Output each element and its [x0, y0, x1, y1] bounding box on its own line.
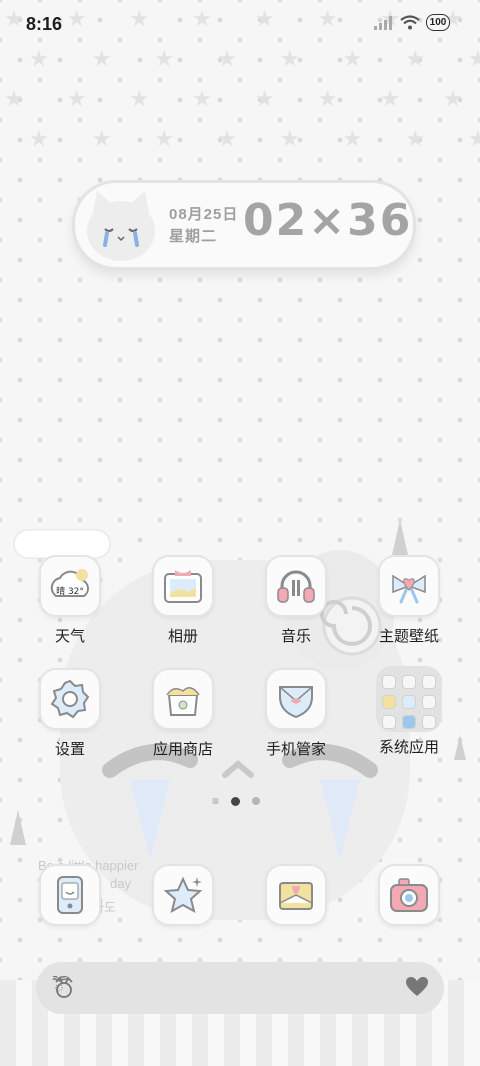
bottom-search-bar[interactable]: ཽ	[36, 962, 444, 1014]
app-label-gallery: 相册	[167, 628, 198, 645]
app-label-app-store: 应用商店	[152, 741, 213, 758]
camera-icon	[378, 864, 440, 926]
app-phone-manager[interactable]: 手机管家	[251, 668, 341, 759]
clock-time: 02×36	[243, 195, 413, 246]
weather-badge: 晴 32°	[56, 585, 84, 597]
messages-icon	[265, 864, 327, 926]
app-theme-wallpaper[interactable]: 主题壁纸	[364, 555, 454, 646]
folder-mini-icon	[422, 715, 436, 729]
heart-icon[interactable]	[406, 977, 428, 997]
app-label-theme-wallpaper: 主题壁纸	[378, 628, 439, 645]
app-label-weather: 天气	[54, 628, 85, 645]
dock-app-phone[interactable]	[25, 864, 115, 926]
app-label-phone-manager: 手机管家	[265, 741, 326, 758]
folder-mini-icon	[422, 695, 436, 709]
weather-icon: 晴 32°	[39, 555, 101, 617]
folder-mini-icon	[402, 675, 416, 689]
battery-indicator: 100	[426, 14, 450, 31]
app-music[interactable]: 音乐	[251, 555, 341, 646]
cat-face-icon: ཽ	[52, 976, 73, 1000]
status-icons: 100	[374, 14, 450, 31]
system-apps-folder-icon	[376, 666, 442, 732]
dock-app-messages[interactable]	[251, 864, 341, 926]
folder-mini-icon	[422, 675, 436, 689]
signal-icon	[374, 15, 392, 30]
app-weather[interactable]: 晴 32° 天气	[25, 555, 115, 646]
gallery-icon	[152, 555, 214, 617]
status-bar: 8:16 100	[0, 0, 480, 50]
clock-date: 08月25日	[169, 206, 239, 223]
folder-mini-icon	[382, 695, 396, 709]
app-label-music: 音乐	[280, 628, 311, 645]
clock-widget[interactable]: 08月25日 星期二 02×36	[72, 180, 416, 270]
clock-weekday: 星期二	[169, 228, 218, 245]
folder-mini-icon	[382, 715, 396, 729]
page-dot-active	[231, 796, 241, 806]
status-time: 8:16	[26, 14, 63, 34]
app-store-icon	[152, 668, 214, 730]
music-icon	[265, 555, 327, 617]
phone-manager-icon	[265, 668, 327, 730]
crying-cat-mascot-icon	[87, 191, 155, 261]
theme-wallpaper-icon	[378, 555, 440, 617]
dock-app-star[interactable]	[138, 864, 228, 926]
dock-app-camera[interactable]	[364, 864, 454, 926]
settings-icon	[39, 668, 101, 730]
folder-mini-icon	[402, 715, 416, 729]
phone-icon	[39, 864, 101, 926]
app-label-settings: 设置	[54, 741, 85, 758]
app-store[interactable]: 应用商店	[138, 668, 228, 759]
star-app-icon	[152, 864, 214, 926]
page-dot	[252, 797, 261, 805]
app-gallery[interactable]: 相册	[138, 555, 228, 646]
page-list-icon: ≡	[212, 794, 220, 808]
app-system-folder[interactable]: 系统应用	[364, 666, 454, 757]
page-indicator[interactable]: ≡	[212, 794, 261, 808]
folder-mini-icon	[402, 695, 416, 709]
app-settings[interactable]: 设置	[25, 668, 115, 759]
wifi-icon	[400, 15, 420, 30]
app-label-system-apps: 系统应用	[378, 739, 439, 756]
folder-mini-icon	[382, 675, 396, 689]
